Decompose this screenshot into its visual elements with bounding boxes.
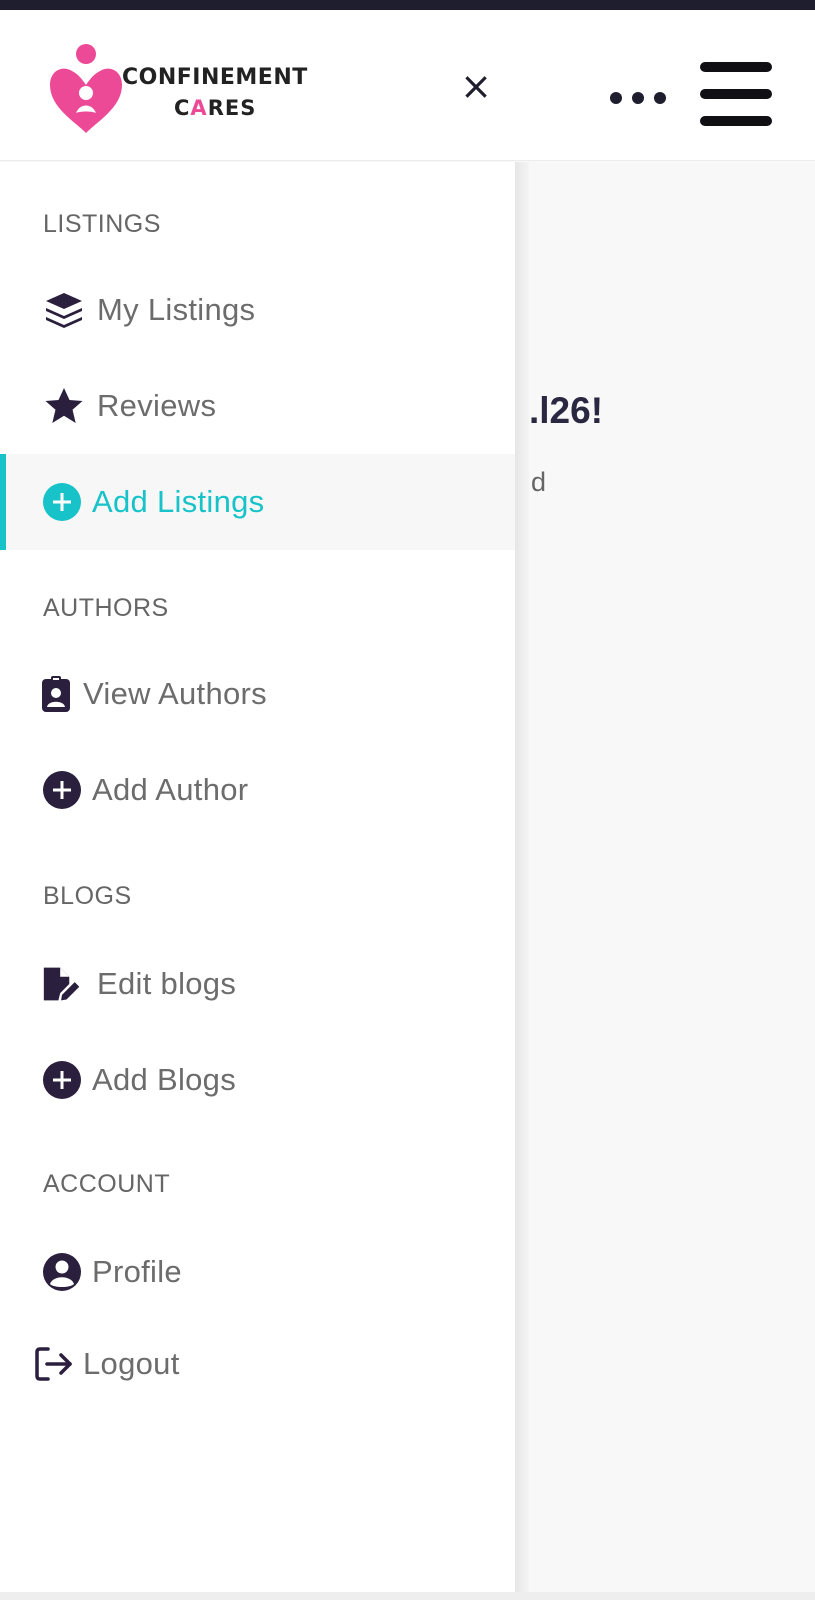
hamburger-icon[interactable] [700,62,772,126]
section-title-blogs: BLOGS [43,882,132,910]
sidebar-item-label: Add Author [92,772,249,807]
sidebar-item-label: View Authors [83,676,267,711]
sidebar-item-add-listings[interactable]: Add Listings [0,454,515,550]
sidebar-menu: LISTINGS My Listings Reviews Add Listing… [0,162,515,1592]
brand-logo[interactable]: CONFINEMENT CARES [46,43,316,143]
sidebar-item-add-author[interactable]: Add Author [0,742,515,838]
section-title-listings: LISTINGS [43,210,161,238]
bottom-strip [0,1592,815,1600]
welcome-heading: .l26! [529,390,604,431]
app-header: CONFINEMENT CARES × [0,10,815,161]
brand-name-line2: CARES [174,96,308,120]
sidebar-item-add-blogs[interactable]: Add Blogs [0,1032,515,1128]
sidebar-item-profile[interactable]: Profile [0,1224,515,1320]
sidebar-item-label: Logout [83,1346,180,1381]
brand-name-line1: CONFINEMENT [122,65,308,90]
sidebar-item-label: Add Blogs [92,1062,237,1097]
main-content: .l26! d [517,162,815,1592]
sidebar-item-my-listings[interactable]: My Listings [0,262,515,358]
sidebar-item-label: My Listings [97,292,256,327]
sidebar-item-edit-blogs[interactable]: Edit blogs [0,936,515,1032]
sidebar-item-label: Profile [92,1254,182,1289]
sidebar-item-view-authors[interactable]: View Authors [0,646,515,742]
file-edit-icon [42,964,82,1004]
star-icon [44,386,84,426]
ellipsis-icon[interactable] [610,88,666,108]
brand-letter-a: A [190,96,208,120]
sidebar-item-label: Reviews [97,388,217,423]
brand-name: CONFINEMENT CARES [122,65,308,120]
plus-circle-icon [42,1060,82,1100]
sidebar-edge-shadow [515,162,529,1592]
sidebar-item-label: Add Listings [92,484,265,519]
section-title-account: ACCOUNT [43,1170,171,1198]
layers-icon [44,290,84,330]
brand-letter-c: C [174,96,191,120]
plus-circle-icon [42,482,82,522]
brand-letters-res: RES [207,96,257,120]
status-strip [0,0,815,10]
close-sidebar-button[interactable]: × [458,67,494,105]
plus-circle-icon [42,770,82,810]
welcome-subtext: d [531,467,547,497]
active-indicator [0,454,6,550]
section-title-authors: AUTHORS [43,594,169,622]
sidebar-item-logout[interactable]: Logout [0,1316,515,1412]
sidebar-item-label: Edit blogs [97,966,237,1001]
logout-icon [34,1344,74,1384]
heart-mother-logo-icon [50,44,122,133]
id-badge-icon [36,674,76,714]
user-circle-icon [42,1252,82,1292]
sidebar-item-reviews[interactable]: Reviews [0,358,515,454]
